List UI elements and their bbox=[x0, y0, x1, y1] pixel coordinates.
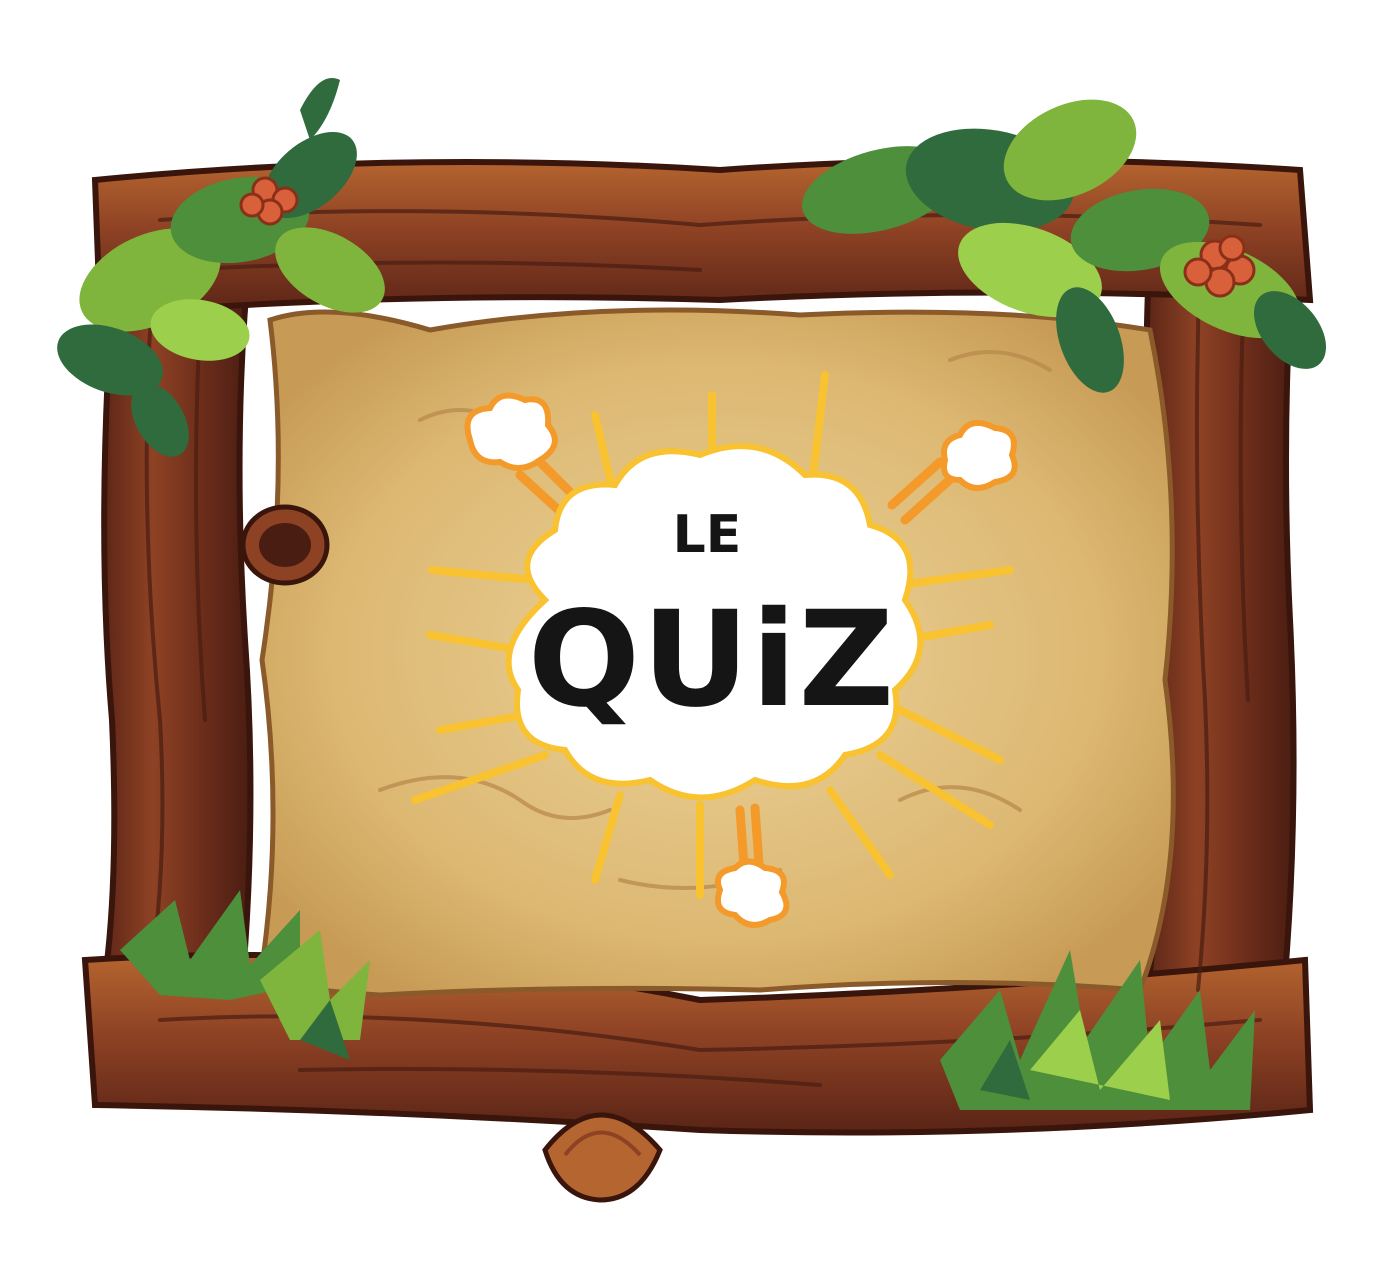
quiz-sign-scene: LE QUiZ bbox=[57, 78, 1327, 1203]
badge-title-le: LE bbox=[673, 505, 742, 565]
badge-title-quiz: QUiZ bbox=[528, 583, 896, 737]
